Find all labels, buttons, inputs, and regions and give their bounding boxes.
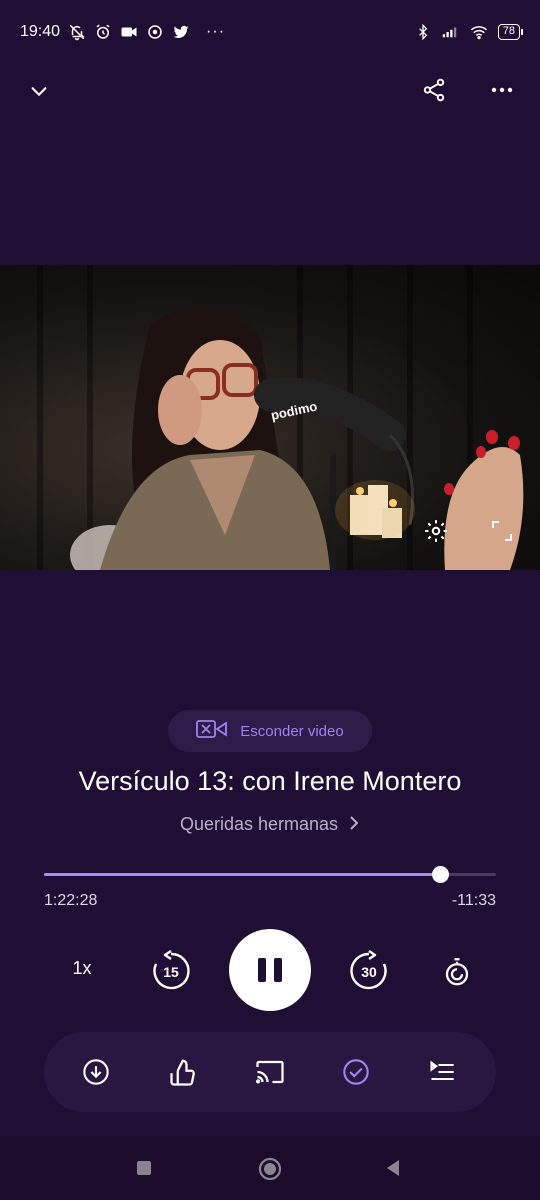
share-icon[interactable] (418, 74, 450, 106)
twitter-icon (172, 23, 190, 41)
skip-back-button[interactable]: 15 (150, 950, 192, 992)
check-circle-icon[interactable] (340, 1056, 372, 1088)
chevron-down-icon[interactable] (24, 76, 54, 106)
progress-bar[interactable] (44, 866, 496, 883)
settings-icon[interactable] (420, 515, 452, 547)
wifi-icon (470, 23, 488, 41)
thumbs-up-icon[interactable] (168, 1056, 200, 1088)
bluetooth-icon (414, 23, 432, 41)
video-camera-icon (120, 23, 138, 41)
hide-video-button[interactable]: Esconder video (168, 710, 372, 752)
progress-thumb[interactable] (431, 866, 449, 883)
chevron-right-icon (348, 814, 360, 834)
podcast-name: Queridas hermanas (179, 814, 339, 834)
media-icon (146, 23, 164, 41)
skip-forward-button[interactable]: 30 (348, 950, 390, 992)
status-bar: 19:40 ··· 78 (0, 0, 540, 64)
video-player[interactable]: podimo (0, 265, 540, 570)
episode-title: Versículo 13: con Irene Montero (78, 766, 462, 796)
pause-button[interactable] (229, 929, 311, 1011)
home-icon[interactable] (257, 1156, 283, 1182)
download-icon[interactable] (80, 1056, 112, 1088)
progress-fill (44, 873, 440, 876)
elapsed-time: 1:22:28 (44, 892, 98, 909)
fullscreen-icon[interactable] (486, 515, 518, 547)
skip-forward-icon: 30 (350, 950, 387, 990)
battery-icon: 78 (497, 24, 524, 40)
queue-icon[interactable] (426, 1056, 458, 1088)
more-icon[interactable] (486, 74, 518, 106)
sleep-timer-icon[interactable] (440, 956, 474, 990)
player-top-bar (0, 70, 540, 110)
action-bar (44, 1032, 496, 1112)
cast-icon[interactable] (254, 1056, 286, 1088)
back-icon[interactable] (383, 1158, 403, 1178)
svg-text:30: 30 (361, 964, 377, 980)
more-dots-icon: ··· (206, 23, 226, 40)
recents-icon[interactable] (134, 1158, 154, 1178)
svg-text:15: 15 (163, 964, 179, 980)
remaining-time: -11:33 (451, 892, 496, 909)
bell-off-icon (68, 23, 86, 41)
pause-icon (258, 958, 282, 982)
hide-video-label: Esconder video (240, 722, 344, 740)
android-nav-bar (0, 1136, 540, 1200)
status-time: 19:40 (20, 23, 61, 40)
skip-back-icon: 15 (153, 950, 190, 990)
alarm-icon (94, 23, 112, 41)
video-frame: podimo (37, 265, 524, 570)
speed-button[interactable]: 1x (62, 958, 102, 979)
signal-icon (442, 23, 460, 41)
playback-controls: 1x 15 30 (0, 928, 540, 1012)
battery-level: 78 (502, 25, 515, 37)
podcast-link[interactable]: Queridas hermanas (0, 814, 540, 835)
hide-video-icon (196, 719, 228, 743)
